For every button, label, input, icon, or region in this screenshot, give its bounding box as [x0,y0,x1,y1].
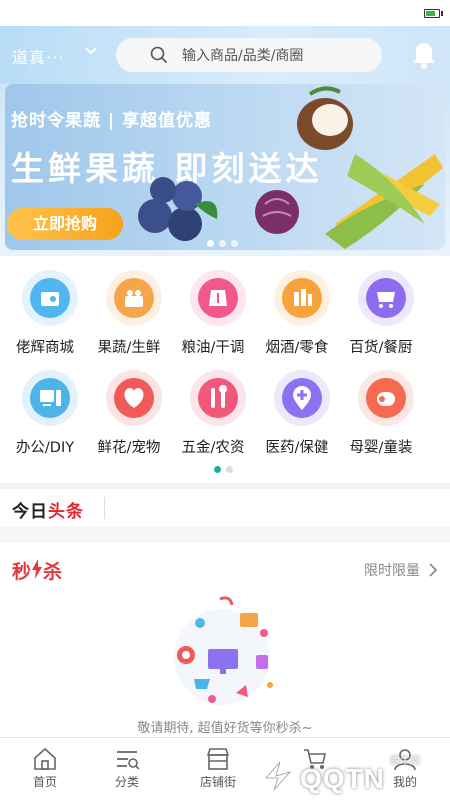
category-label: 鲜花/宠物 [97,440,161,456]
produce-illustration [138,86,443,249]
search-bar[interactable]: 输入商品/品类/商圈 [116,38,382,72]
search-placeholder: 输入商品/品类/商圈 [182,48,304,64]
promo-banner[interactable]: 抢时令果蔬 | 享超值优惠 生鲜果蔬 即刻送达 立即抢购 [5,84,445,250]
blueberries-icon [138,177,218,241]
watermark-text: QQTN [300,763,385,794]
banner-pagination [207,240,238,247]
category-item[interactable]: 鲜花/宠物 [84,370,174,460]
category-label: 烟酒/零食 [265,340,329,356]
chevron-down-icon[interactable] [84,44,98,58]
app-header: 道真··· 输入商品/品类/商圈 [0,26,450,84]
grain-bag-icon [190,270,246,326]
category-label: 医药/保健 [265,440,329,456]
tools-icon [190,370,246,426]
tab-home[interactable]: 首页 [0,738,90,800]
flash-sale-empty-text: 敬请期待, 超值好货等你秒杀~ [137,721,313,736]
flash-sale-section: 秒杀 限时限量 敬请期待, 超值好货等你秒杀~ [0,543,450,737]
category-icon [117,751,140,770]
tab-label: 首页 [32,775,57,789]
pagination-dot[interactable] [231,240,238,247]
wallet-money-icon [22,270,78,326]
coconut-icon [297,86,353,150]
medical-pin-icon [274,370,330,426]
category-item[interactable]: 百货/餐厨 [336,270,426,360]
category-item[interactable]: 办公/DIY [0,370,90,460]
headline-bar[interactable]: 今日头条 [0,489,450,527]
category-label: 母婴/童装 [349,440,413,456]
category-pagination [214,466,233,473]
category-item[interactable]: 母婴/童装 [336,370,426,460]
category-label: 五金/农资 [181,440,245,456]
category-label: 果蔬/生鲜 [97,340,161,356]
chevron-right-icon[interactable] [428,563,438,577]
section-divider [0,527,450,543]
corn-icon [325,154,443,249]
category-label: 百货/餐厨 [349,340,413,356]
heart-bone-icon [106,370,162,426]
category-item[interactable]: 五金/农资 [168,370,258,460]
battery-icon [424,9,440,18]
lightning-icon [32,559,42,579]
category-item[interactable]: 佬辉商城 [0,270,90,360]
category-label: 佬辉商城 [16,340,74,356]
bell-icon[interactable] [410,40,438,70]
pagination-dot[interactable] [226,466,233,473]
watermark-small-text: 腾牛网 [390,756,420,767]
category-item[interactable]: 医药/保健 [252,370,342,460]
empty-shopping-illustration [174,596,273,705]
buy-now-button[interactable]: 立即抢购 [7,208,123,240]
status-bar [0,0,450,26]
kitchen-cart-icon [358,270,414,326]
location-selector[interactable]: 道真··· [12,44,64,68]
bottles-icon [274,270,330,326]
pagination-dot[interactable] [207,240,214,247]
home-icon [34,747,56,770]
computer-icon [22,370,78,426]
category-label: 粮油/干调 [181,340,245,356]
category-item[interactable]: 烟酒/零食 [252,270,342,360]
search-icon [150,46,168,64]
battery-tip [441,11,443,16]
baby-icon [358,370,414,426]
fruit-basket-icon [106,270,162,326]
cabbage-icon [255,190,299,234]
store-icon [206,748,230,770]
headline-logo: 今日头条 [12,502,84,522]
category-item[interactable]: 果蔬/生鲜 [84,270,174,360]
category-item[interactable]: 粮油/干调 [168,270,258,360]
pagination-dot[interactable] [214,466,221,473]
category-label: 办公/DIY [15,440,75,456]
tab-category[interactable]: 分类 [82,738,172,800]
flash-sale-more-link[interactable]: 限时限量 [364,560,420,580]
pagination-dot[interactable] [219,240,226,247]
tab-label: 分类 [114,775,139,789]
headline-separator [104,497,105,519]
